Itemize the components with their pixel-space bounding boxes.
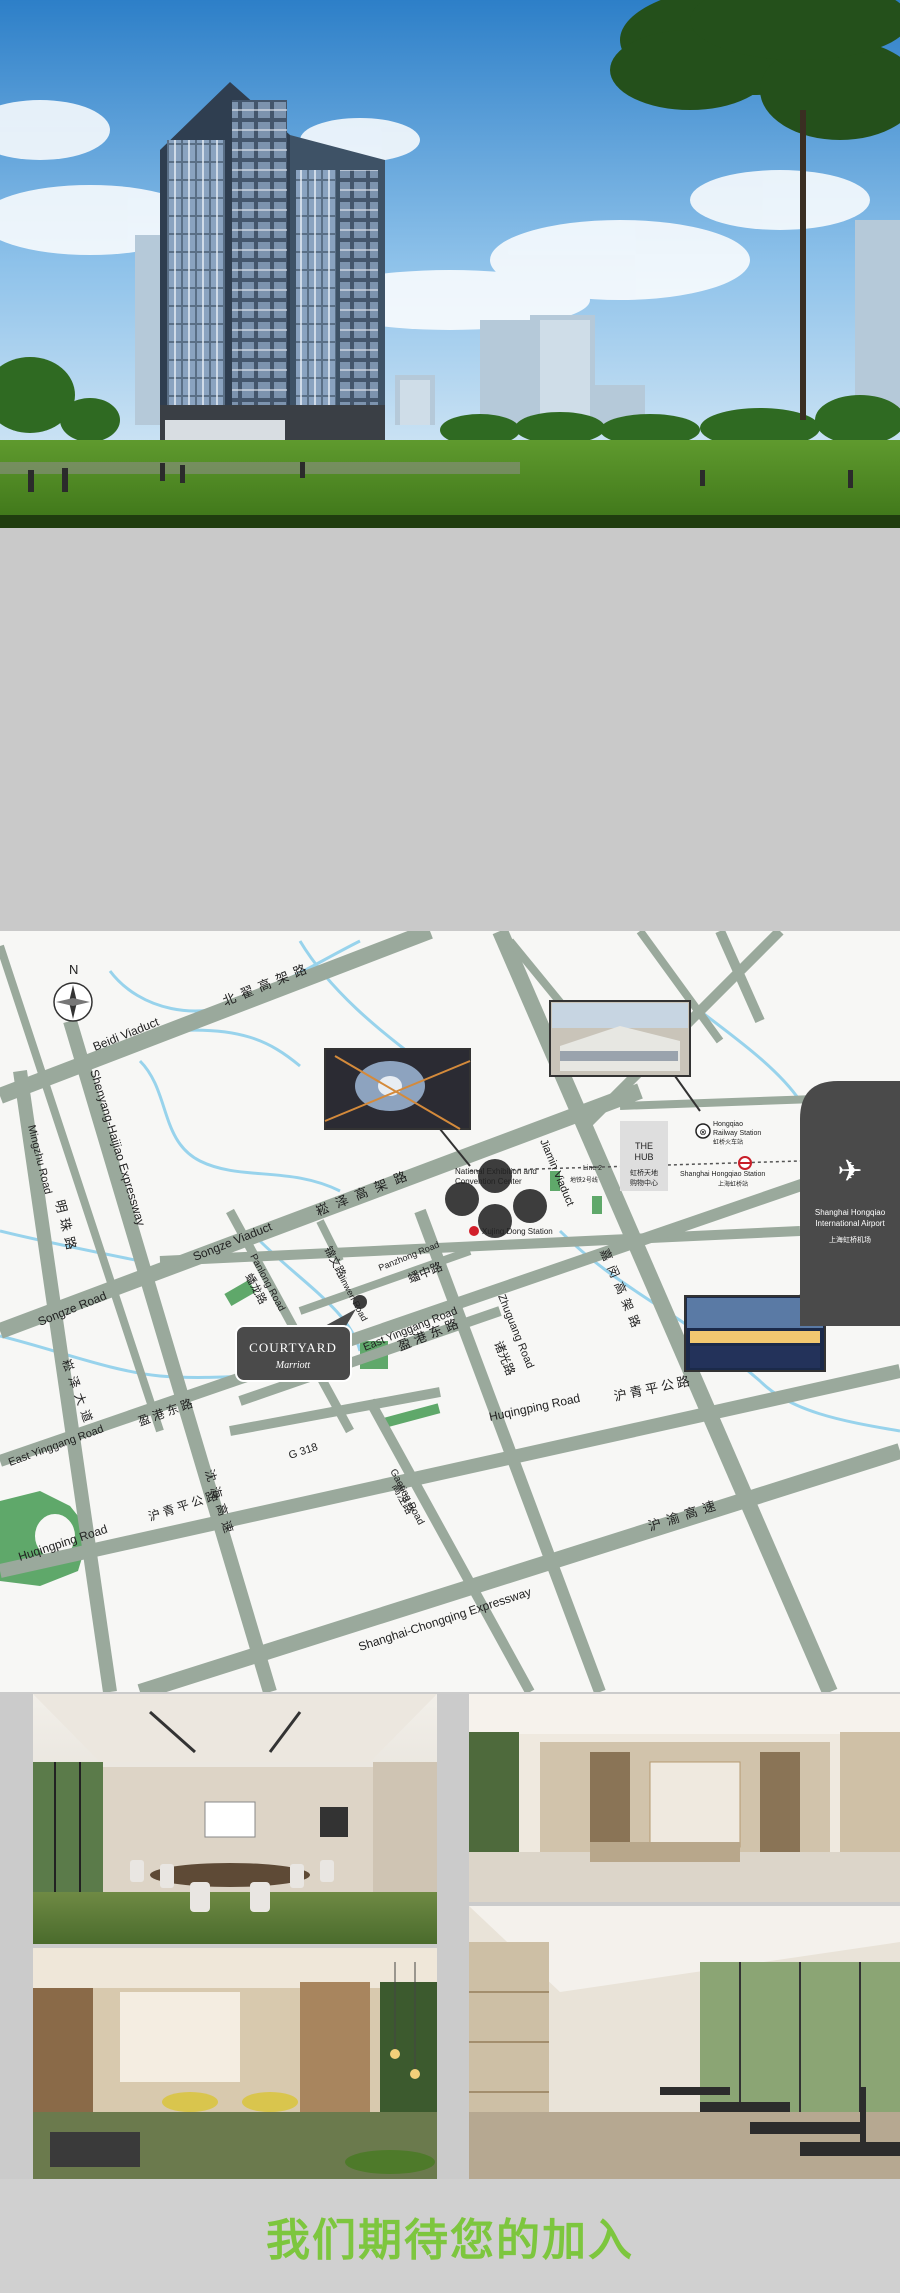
svg-text:International Airport: International Airport (815, 1219, 885, 1228)
svg-text:Shanghai Hongqiao Station: Shanghai Hongqiao Station (680, 1171, 765, 1178)
svg-text:Shanghai Hongqiao: Shanghai Hongqiao (815, 1208, 886, 1217)
blank-gap (0, 528, 900, 931)
hero-image (0, 0, 900, 528)
interior-photos (0, 1692, 900, 2179)
svg-text:THE: THE (635, 1141, 653, 1151)
the-hub-marker: THE HUB 虹桥天地 购物中心 (620, 1121, 668, 1191)
compass-north-label: N (69, 962, 78, 977)
gym-photo (469, 1906, 900, 2179)
hero-building-rendering (0, 0, 900, 528)
footer-banner: 我们期待您的加入 (0, 2179, 900, 2293)
metro-station-icon (738, 1156, 752, 1170)
svg-text:虹桥火车站: 虹桥火车站 (713, 1138, 743, 1146)
svg-text:虹桥天地: 虹桥天地 (630, 1168, 658, 1177)
svg-text:Xujing Dong Station: Xujing Dong Station (482, 1227, 553, 1236)
svg-text:HUB: HUB (634, 1152, 653, 1162)
airplane-icon: ✈ (837, 1155, 862, 1188)
svg-text:购物中心: 购物中心 (630, 1178, 658, 1187)
svg-text:Line 2: Line 2 (583, 1165, 602, 1172)
railway-station-icon: ⊗ (695, 1123, 711, 1139)
map-canvas: N THE HUB 虹桥天地 购物中心 ⊗ ✈ Shanghai Hongqia… (0, 931, 900, 1692)
meeting-room-photo (33, 1694, 437, 1944)
svg-text:Marriott: Marriott (275, 1360, 311, 1371)
interior-collage (0, 1692, 900, 2179)
svg-text:上海虹桥机场: 上海虹桥机场 (829, 1235, 871, 1244)
svg-text:Hongqiao: Hongqiao (713, 1121, 743, 1128)
xujing-station-marker (469, 1226, 479, 1236)
svg-text:Railway Station: Railway Station (713, 1130, 761, 1137)
svg-text:National Exhibition and: National Exhibition and (455, 1167, 537, 1176)
location-map: N THE HUB 虹桥天地 购物中心 ⊗ ✈ Shanghai Hongqia… (0, 931, 900, 1692)
svg-text:上海虹桥站: 上海虹桥站 (718, 1180, 748, 1188)
svg-text:Convention Center: Convention Center (455, 1177, 522, 1186)
lobby-photo (469, 1694, 900, 1902)
svg-text:地铁2号线: 地铁2号线 (570, 1176, 598, 1184)
svg-text:COURTYARD: COURTYARD (249, 1340, 337, 1355)
airport-marker: ✈ Shanghai Hongqiao International Airpor… (800, 1081, 900, 1326)
svg-text:⊗: ⊗ (699, 1127, 707, 1137)
lounge-photo (33, 1948, 437, 2179)
welcome-slogan: 我们期待您的加入 (266, 2215, 634, 2266)
